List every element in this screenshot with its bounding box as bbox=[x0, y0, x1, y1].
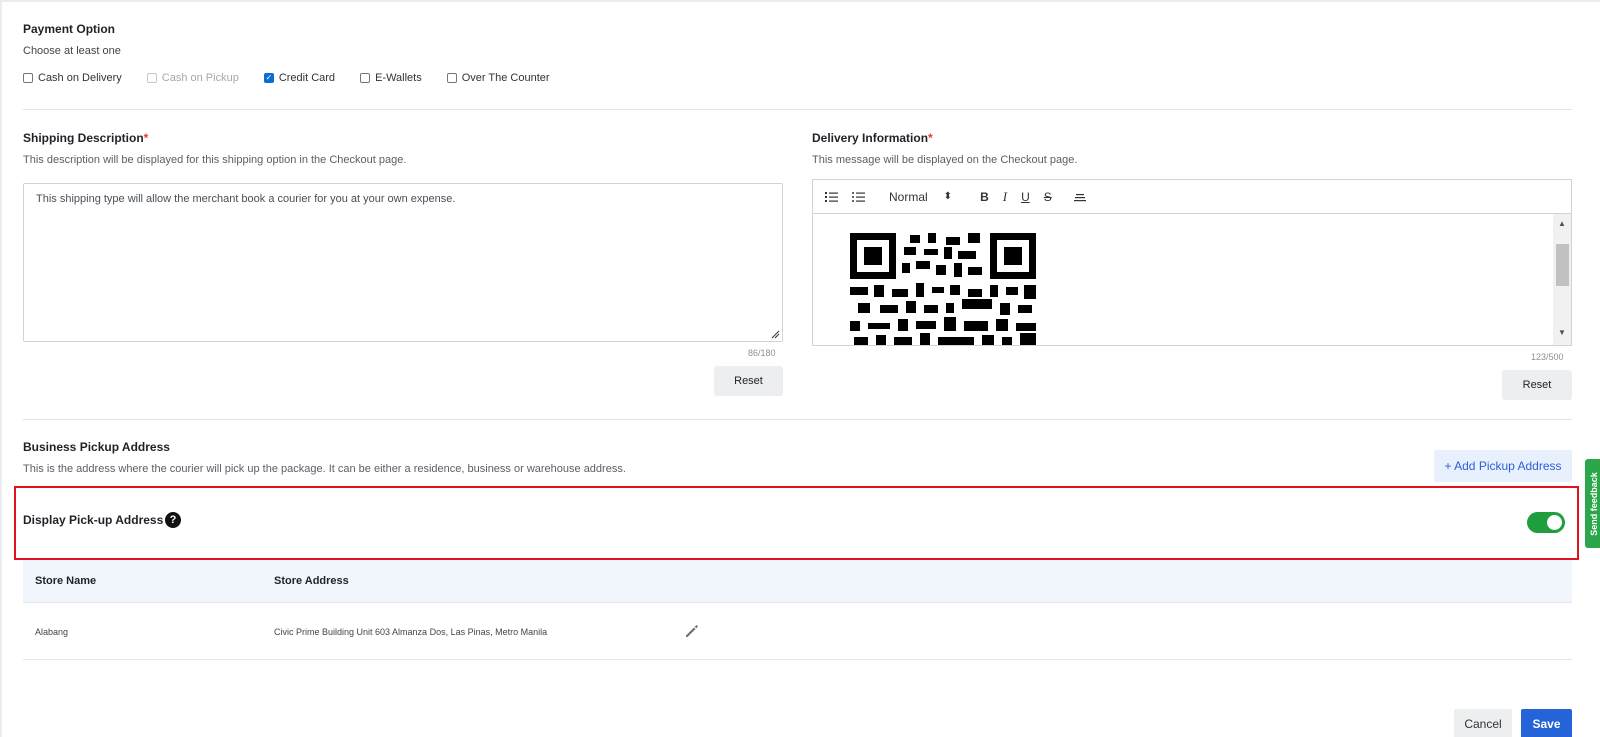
shipping-title-text: Shipping Description bbox=[23, 131, 144, 145]
checkbox-cash-on-delivery[interactable]: Cash on Delivery bbox=[23, 72, 122, 84]
checkbox-cash-on-pickup: Cash on Pickup bbox=[146, 72, 239, 84]
send-feedback-tab[interactable]: Send feedback bbox=[1585, 459, 1600, 548]
updown-arrows-icon: ⬍ bbox=[943, 191, 953, 202]
checkbox-label: Credit Card bbox=[278, 72, 336, 84]
delivery-title-text: Delivery Information bbox=[812, 131, 929, 145]
payment-title: Payment Option bbox=[23, 22, 116, 36]
display-pickup-label: Display Pick-up Address bbox=[23, 513, 164, 527]
shipping-counter: 86/180 bbox=[748, 348, 776, 358]
qr-code-image bbox=[850, 233, 1036, 345]
checkbox-e-wallets[interactable]: E-Wallets bbox=[360, 72, 422, 84]
store-address-cell: Civic Prime Building Unit 603 Almanza Do… bbox=[274, 627, 548, 637]
bullet-list-icon[interactable] bbox=[852, 191, 865, 203]
checkbox-box[interactable]: ✓ bbox=[263, 73, 274, 83]
checkbox-label: Over The Counter bbox=[461, 72, 550, 84]
checkbox-box[interactable] bbox=[360, 73, 371, 83]
payment-subtitle: Choose at least one bbox=[23, 45, 121, 57]
delivery-reset-button[interactable]: Reset bbox=[1502, 370, 1572, 400]
shipping-subtitle: This description will be displayed for t… bbox=[23, 154, 407, 166]
display-pickup-toggle[interactable] bbox=[1527, 512, 1565, 533]
cancel-button[interactable]: Cancel bbox=[1454, 709, 1512, 737]
divider bbox=[23, 109, 1572, 110]
add-pickup-address-button[interactable]: + Add Pickup Address bbox=[1434, 450, 1572, 482]
column-header-store-address: Store Address bbox=[274, 575, 349, 587]
delivery-counter: 123/500 bbox=[1531, 352, 1564, 362]
editor-scrollbar[interactable]: ▲ ▼ bbox=[1553, 214, 1571, 345]
toggle-knob bbox=[1547, 515, 1562, 530]
format-select-value: Normal bbox=[889, 189, 928, 204]
checkbox-box bbox=[146, 73, 157, 83]
store-name-cell: Alabang bbox=[35, 627, 69, 637]
strikethrough-icon[interactable]: S bbox=[1044, 190, 1052, 204]
delivery-subtitle: This message will be displayed on the Ch… bbox=[812, 154, 1078, 166]
checkbox-label: Cash on Delivery bbox=[38, 72, 122, 84]
divider bbox=[23, 419, 1572, 420]
checkbox-label: E-Wallets bbox=[375, 72, 422, 84]
required-mark: * bbox=[143, 131, 149, 145]
required-mark: * bbox=[928, 131, 933, 145]
delivery-rich-text-editor[interactable]: Normal ⬍ B I U S ▲ ▼ bbox=[812, 179, 1572, 346]
page: Payment Option Choose at least one Cash … bbox=[0, 0, 1600, 737]
shipping-reset-button[interactable]: Reset bbox=[714, 366, 783, 396]
resize-grip-icon[interactable] bbox=[770, 329, 780, 339]
column-header-store-name: Store Name bbox=[35, 575, 97, 587]
edit-pencil-icon[interactable] bbox=[684, 623, 700, 639]
scroll-up-icon[interactable]: ▲ bbox=[1558, 219, 1566, 228]
highlight-box bbox=[14, 486, 1579, 560]
shipping-description-value: This shipping type will allow the mercha… bbox=[36, 193, 456, 205]
checkbox-box[interactable] bbox=[446, 73, 457, 83]
ordered-list-icon[interactable] bbox=[825, 191, 838, 203]
help-icon[interactable]: ? bbox=[165, 512, 181, 528]
format-select[interactable]: Normal ⬍ bbox=[889, 190, 952, 204]
checkbox-credit-card[interactable]: ✓ Credit Card bbox=[263, 72, 336, 84]
save-button[interactable]: Save bbox=[1521, 709, 1572, 737]
italic-icon[interactable]: I bbox=[1003, 189, 1007, 205]
table-row: Alabang Civic Prime Building Unit 603 Al… bbox=[23, 603, 1572, 660]
underline-icon[interactable]: U bbox=[1021, 190, 1030, 204]
delivery-title: Delivery Information* bbox=[812, 131, 933, 145]
scrollbar-thumb[interactable] bbox=[1556, 244, 1569, 286]
checkbox-box[interactable] bbox=[23, 73, 33, 83]
checkbox-over-the-counter[interactable]: Over The Counter bbox=[446, 72, 550, 84]
pickup-title: Business Pickup Address bbox=[23, 440, 170, 454]
table-header: Store Name Store Address bbox=[23, 560, 1572, 603]
editor-toolbar: Normal ⬍ B I U S bbox=[813, 180, 1571, 214]
pickup-subtitle: This is the address where the courier wi… bbox=[23, 463, 626, 475]
scroll-down-icon[interactable]: ▼ bbox=[1558, 328, 1566, 337]
payment-options: Cash on Delivery Cash on Pickup ✓ Credit… bbox=[23, 72, 575, 84]
clear-format-icon[interactable] bbox=[1073, 191, 1086, 203]
shipping-title: Shipping Description* bbox=[23, 131, 148, 145]
checkbox-label: Cash on Pickup bbox=[161, 72, 239, 84]
bold-icon[interactable]: B bbox=[980, 190, 989, 204]
send-feedback-label: Send feedback bbox=[1588, 471, 1599, 536]
shipping-description-textarea[interactable]: This shipping type will allow the mercha… bbox=[23, 183, 783, 342]
